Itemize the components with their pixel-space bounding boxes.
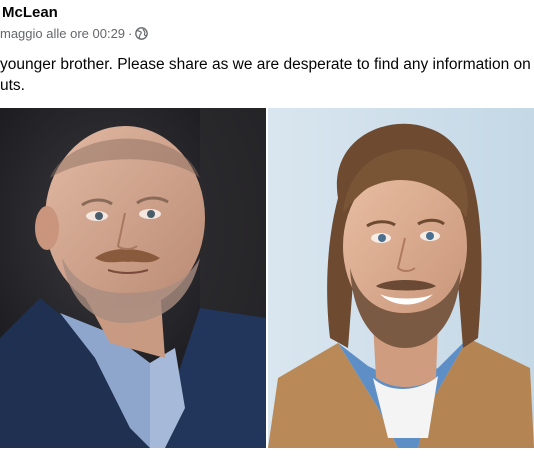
- globe-icon[interactable]: [135, 27, 149, 40]
- meta-separator: ·: [128, 26, 133, 41]
- post-meta: maggio alle ore 00:29 ·: [0, 26, 149, 41]
- photo-left[interactable]: [0, 108, 266, 448]
- photo-grid: [0, 108, 534, 448]
- author-name[interactable]: McLean: [2, 4, 58, 21]
- photo-right[interactable]: [268, 108, 534, 448]
- post-header: McLean maggio alle ore 00:29 ·: [0, 0, 534, 52]
- post-text: younger brother. Please share as we are …: [0, 54, 534, 96]
- post-text-line-2: uts.: [0, 77, 25, 94]
- post-timestamp[interactable]: maggio alle ore 00:29: [0, 26, 125, 41]
- post-text-line-1: younger brother. Please share as we are …: [0, 56, 531, 73]
- post-footer-strip: [0, 448, 534, 462]
